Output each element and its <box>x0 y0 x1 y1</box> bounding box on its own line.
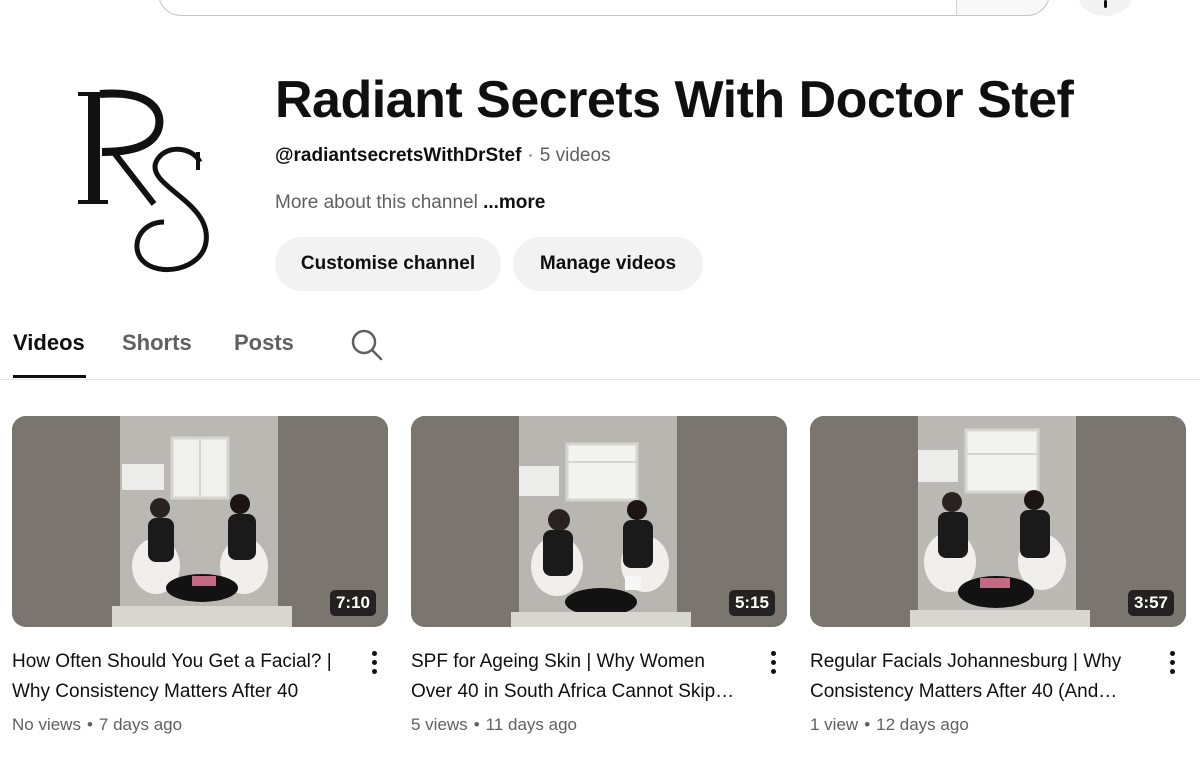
video-title[interactable]: SPF for Ageing Skin | Why Women Over 40 … <box>411 647 751 707</box>
video-meta: 1 view • 12 days ago <box>810 715 969 735</box>
upload-age: 7 days ago <box>98 715 183 734</box>
channel-tabs: Videos Shorts Posts <box>0 320 1200 380</box>
video-title[interactable]: How Often Should You Get a Facial? | Why… <box>12 647 352 707</box>
tab-videos[interactable]: Videos <box>13 330 85 356</box>
upload-age: 12 days ago <box>876 715 969 734</box>
about-text: More about this channel <box>275 192 478 213</box>
more-vert-icon[interactable] <box>763 649 783 677</box>
video-card[interactable]: 7:10 How Often Should You Get a Facial? … <box>12 416 388 734</box>
video-thumbnail[interactable]: 3:57 <box>810 416 1186 627</box>
more-vert-icon[interactable] <box>1162 649 1182 677</box>
channel-title: Radiant Secrets With Doctor Stef <box>275 71 1074 129</box>
meta-separator: · <box>527 145 534 166</box>
video-meta: No views • 7 days ago <box>12 715 182 735</box>
video-meta: 5 views • 11 days ago <box>411 715 577 735</box>
channel-meta: @radiantsecretsWithDrStef · 5 videos <box>275 145 611 167</box>
video-duration: 3:57 <box>1127 590 1174 616</box>
tab-shorts[interactable]: Shorts <box>122 330 192 356</box>
channel-avatar[interactable] <box>72 82 218 282</box>
tab-posts[interactable]: Posts <box>234 330 294 356</box>
video-title[interactable]: Regular Facials Johannesburg | Why Consi… <box>810 647 1150 707</box>
view-count: 5 views <box>411 715 468 734</box>
view-count: No views <box>12 715 81 734</box>
video-thumbnail[interactable]: 5:15 <box>411 416 787 627</box>
search-button[interactable] <box>956 0 1050 16</box>
search-input[interactable] <box>158 0 1050 16</box>
video-card[interactable]: 5:15 SPF for Ageing Skin | Why Women Ove… <box>411 416 787 734</box>
view-count: 1 view <box>810 715 859 734</box>
meta-dot: • <box>86 715 93 734</box>
search-icon[interactable] <box>350 328 384 362</box>
more-vert-icon[interactable] <box>364 649 384 677</box>
customise-channel-button[interactable]: Customise channel <box>275 237 501 291</box>
channel-handle: @radiantsecretsWithDrStef <box>275 145 522 166</box>
channel-about[interactable]: More about this channel ...more <box>275 192 545 214</box>
manage-videos-button[interactable]: Manage videos <box>513 237 703 291</box>
meta-dot: • <box>864 715 871 734</box>
video-duration: 5:15 <box>728 590 775 616</box>
video-duration: 7:10 <box>329 590 376 616</box>
upload-age: 11 days ago <box>485 715 578 734</box>
active-tab-indicator <box>13 375 86 378</box>
create-button[interactable] <box>1078 0 1132 16</box>
video-count: 5 videos <box>539 145 611 166</box>
rs-monogram-logo <box>78 89 209 273</box>
meta-dot: • <box>473 715 480 734</box>
video-card[interactable]: 3:57 Regular Facials Johannesburg | Why … <box>810 416 1186 734</box>
video-thumbnail[interactable]: 7:10 <box>12 416 388 627</box>
more-link[interactable]: ...more <box>483 192 545 213</box>
